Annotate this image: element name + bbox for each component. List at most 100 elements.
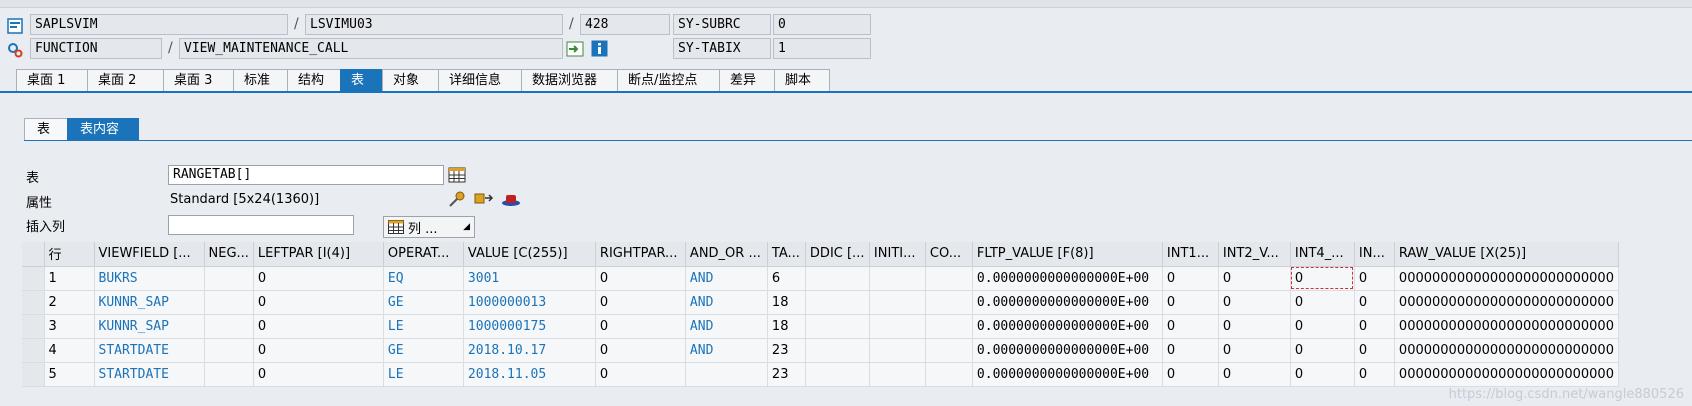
column-header[interactable]: DDIC [...	[805, 242, 870, 267]
table-cell[interactable]: 6	[767, 266, 806, 291]
table-cell[interactable]: 0	[1162, 362, 1219, 387]
column-header[interactable]: VIEWFIELD [...	[94, 242, 205, 267]
tab-table[interactable]: 表	[340, 69, 383, 91]
table-cell[interactable]: 0	[595, 338, 686, 363]
tab-breakpoints[interactable]: 断点/监控点	[617, 69, 720, 91]
tab-desktop-2[interactable]: 桌面 2	[87, 69, 164, 91]
table-row[interactable]: 3 KUNNR_SAP 0 LE 1000000175 0 AND 18 0.000000000…	[22, 314, 1619, 339]
table-cell[interactable]: 00000000000000000000000000	[1394, 266, 1619, 291]
tab-desktop-3[interactable]: 桌面 3	[163, 69, 234, 91]
table-cell[interactable]: 0	[1354, 362, 1395, 387]
column-header[interactable]: LEFTPAR [I(4)]	[253, 242, 384, 267]
column-header[interactable]: FLTP_VALUE [F(8)]	[972, 242, 1163, 267]
table-cell[interactable]	[925, 338, 973, 363]
table-cell[interactable]	[869, 338, 926, 363]
table-cell[interactable]: 0	[1162, 314, 1219, 339]
table-cell[interactable]: 1000000013	[463, 290, 596, 315]
table-cell[interactable]: 0	[1290, 362, 1355, 387]
table-cell[interactable]	[805, 338, 870, 363]
subtab-table[interactable]: 表	[24, 118, 68, 140]
info-icon[interactable]	[591, 40, 608, 61]
table-cell[interactable]: BUKRS	[94, 266, 205, 291]
table-cell[interactable]	[685, 362, 768, 387]
table-cell[interactable]: 5	[44, 362, 95, 387]
table-cell[interactable]: 0	[253, 314, 384, 339]
column-header[interactable]: TA...	[767, 242, 806, 267]
table-cell[interactable]: 23	[767, 362, 806, 387]
tab-standard[interactable]: 标准	[233, 69, 288, 91]
table-cell[interactable]	[925, 362, 973, 387]
column-header[interactable]: CO...	[925, 242, 973, 267]
table-row[interactable]: 4 STARTDATE 0 GE 2018.10.17 0 AND 23 0.000000000…	[22, 338, 1619, 363]
table-cell[interactable]	[204, 266, 254, 291]
table-cell[interactable]: 18	[767, 314, 806, 339]
table-cell[interactable]: 0.0000000000000000E+00	[972, 338, 1163, 363]
table-cell[interactable]: GE	[383, 338, 464, 363]
table-cell[interactable]: 0.0000000000000000E+00	[972, 290, 1163, 315]
column-header[interactable]: 行	[44, 242, 95, 267]
table-cell[interactable]: 0	[1290, 266, 1355, 291]
row-selector[interactable]	[22, 266, 45, 291]
table-cell[interactable]: 0.0000000000000000E+00	[972, 266, 1163, 291]
table-cell[interactable]	[925, 314, 973, 339]
row-selector[interactable]	[22, 338, 45, 363]
table-cell[interactable]: 0	[1354, 266, 1395, 291]
table-cell[interactable]: 00000000000000000000000000	[1394, 362, 1619, 387]
table-cell[interactable]: 0	[595, 290, 686, 315]
table-cell[interactable]	[805, 362, 870, 387]
table-name-input[interactable]: RANGETAB[]	[168, 165, 444, 185]
table-cell[interactable]	[805, 314, 870, 339]
table-cell[interactable]: AND	[685, 290, 768, 315]
tab-details[interactable]: 详细信息	[438, 69, 522, 91]
navigate-to-source-icon[interactable]	[566, 40, 584, 62]
table-cell[interactable]: 0.0000000000000000E+00	[972, 362, 1163, 387]
table-cell[interactable]: 0	[595, 362, 686, 387]
tab-data-explorer[interactable]: 数据浏览器	[521, 69, 618, 91]
table-cell[interactable]: STARTDATE	[94, 362, 205, 387]
table-cell[interactable]	[925, 266, 973, 291]
column-header[interactable]: INT2_V...	[1218, 242, 1291, 267]
table-cell[interactable]: 3	[44, 314, 95, 339]
table-cell[interactable]: 0	[1290, 314, 1355, 339]
column-header[interactable]: INT1...	[1162, 242, 1219, 267]
column-header[interactable]: OPERAT...	[383, 242, 464, 267]
row-selector[interactable]	[22, 314, 45, 339]
row-selector[interactable]	[22, 362, 45, 387]
table-cell[interactable]: 00000000000000000000000000	[1394, 314, 1619, 339]
table-cell[interactable]: AND	[685, 314, 768, 339]
table-cell[interactable]: 0	[1218, 362, 1291, 387]
table-cell[interactable]: 0	[253, 338, 384, 363]
column-header[interactable]: INT4_...	[1290, 242, 1355, 267]
table-view-icon[interactable]	[448, 166, 466, 188]
column-header[interactable]: IN...	[1354, 242, 1395, 267]
column-header[interactable]: NEG...	[204, 242, 254, 267]
table-cell[interactable]: 0	[1354, 338, 1395, 363]
table-cell[interactable]: 0	[1290, 338, 1355, 363]
table-cell[interactable]: 18	[767, 290, 806, 315]
table-cell[interactable]: 0.0000000000000000E+00	[972, 314, 1163, 339]
table-cell[interactable]: 0	[1162, 290, 1219, 315]
table-cell[interactable]: 4	[44, 338, 95, 363]
column-header[interactable]: INITI...	[869, 242, 926, 267]
table-cell[interactable]: AND	[685, 338, 768, 363]
table-cell[interactable]: 2018.11.05	[463, 362, 596, 387]
row-selector-header[interactable]	[22, 242, 45, 267]
table-cell[interactable]: GE	[383, 290, 464, 315]
tab-structure[interactable]: 结构	[287, 69, 341, 91]
tab-script[interactable]: 脚本	[774, 69, 830, 91]
insert-column-input[interactable]	[168, 215, 354, 235]
table-cell[interactable]: 0	[253, 362, 384, 387]
columns-button[interactable]: 列 ... ◢	[383, 216, 475, 238]
table-cell[interactable]: 0	[253, 290, 384, 315]
table-cell[interactable]: 0	[1354, 290, 1395, 315]
table-cell[interactable]: 0	[1162, 266, 1219, 291]
table-row[interactable]: 5 STARTDATE 0 LE 2018.11.05 0 23 0.000000000000…	[22, 362, 1619, 387]
table-cell[interactable]	[204, 338, 254, 363]
subtab-table-contents[interactable]: 表内容	[67, 118, 139, 140]
event-name-field[interactable]: VIEW_MAINTENANCE_CALL	[179, 38, 563, 59]
table-cell[interactable]: 0	[595, 314, 686, 339]
table-cell[interactable]: 2	[44, 290, 95, 315]
table-cell[interactable]	[805, 266, 870, 291]
table-cell[interactable]: 0	[1218, 338, 1291, 363]
include-field[interactable]: LSVIMU03	[305, 14, 563, 35]
